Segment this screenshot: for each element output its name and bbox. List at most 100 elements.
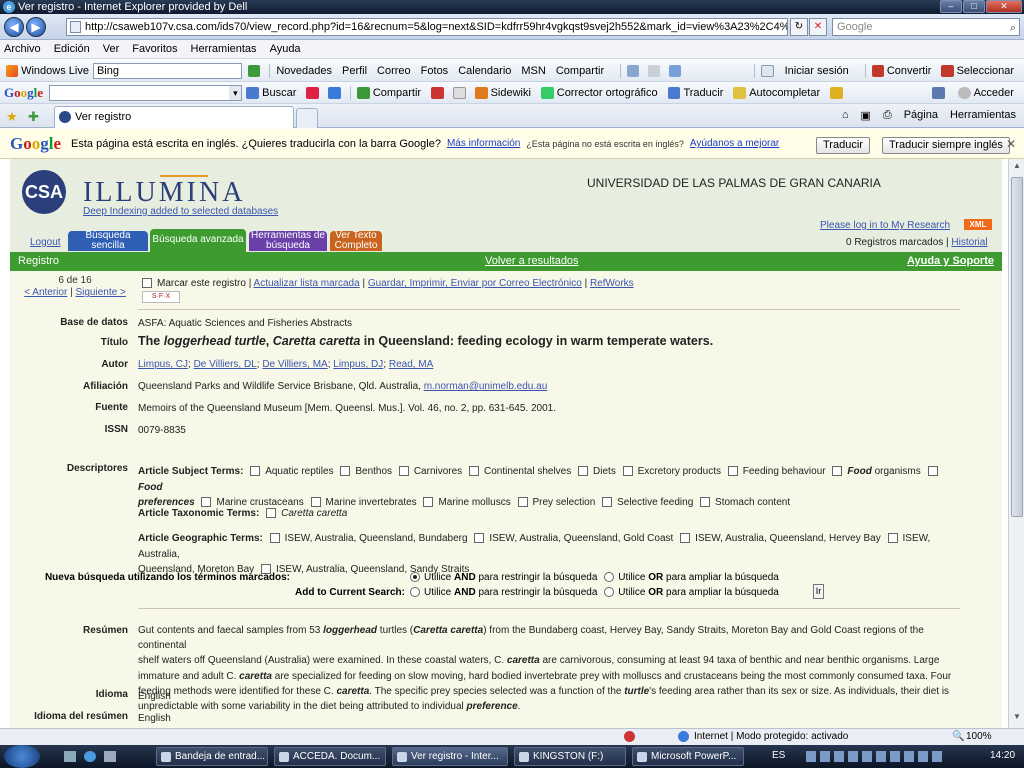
more-info-link[interactable]: Más información: [447, 138, 520, 149]
zoom-level[interactable]: 100%: [966, 729, 992, 745]
update-list-link[interactable]: Actualizar lista marcada: [254, 278, 360, 289]
my-research-login-link[interactable]: Please log in to My Research: [820, 220, 950, 231]
scroll-thumb[interactable]: [1011, 177, 1023, 517]
quicklaunch-desktop-icon[interactable]: [64, 751, 76, 762]
translate-button[interactable]: Traducir: [816, 137, 870, 154]
scroll-up-icon[interactable]: ▲: [1011, 161, 1023, 175]
term-checkbox[interactable]: [474, 533, 485, 544]
close-translate-icon[interactable]: ✕: [1006, 137, 1016, 151]
term-checkbox[interactable]: [423, 497, 434, 508]
wl-share-icon[interactable]: [627, 64, 640, 77]
tab-herramientas-busqueda[interactable]: Herramientas de búsqueda: [249, 230, 327, 251]
google-plus-icon[interactable]: [328, 86, 342, 99]
tab-ver-texto-completo[interactable]: Ver Texto Completo: [330, 230, 382, 251]
help-improve-link[interactable]: Ayúdanos a mejorar: [690, 138, 779, 149]
always-translate-button[interactable]: Traducir siempre inglés: [882, 137, 1010, 154]
task-ver-registro[interactable]: Ver registro - Inter...: [392, 747, 508, 766]
wl-compartir[interactable]: Compartir: [556, 65, 604, 77]
help-support-link[interactable]: Ayuda y Soporte: [907, 252, 994, 271]
tools-menu[interactable]: Herramientas: [950, 109, 1016, 122]
tray-icons[interactable]: [806, 751, 946, 762]
wl-search-go-icon[interactable]: [248, 64, 261, 77]
add-favorites-icon[interactable]: ✚: [28, 109, 39, 125]
term-checkbox[interactable]: [887, 533, 898, 544]
wl-correo[interactable]: Correo: [377, 65, 411, 77]
term-checkbox[interactable]: [700, 497, 711, 508]
minimize-button[interactable]: –: [940, 0, 962, 13]
url-field[interactable]: http://csaweb107v.csa.com/ids70/view_rec…: [66, 18, 788, 36]
refresh-button[interactable]: ↻: [790, 18, 808, 36]
convert-menu[interactable]: Convertir: [887, 65, 932, 77]
google-sidewiki[interactable]: Sidewiki: [491, 87, 531, 99]
affiliation-email-link[interactable]: m.norman@unimelb.edu.au: [424, 381, 548, 392]
page-menu[interactable]: Página: [904, 109, 938, 122]
wl-messenger-icon[interactable]: [669, 64, 682, 77]
wl-novedades[interactable]: Novedades: [276, 65, 332, 77]
search-icon[interactable]: ⌕: [1010, 20, 1016, 36]
back-button[interactable]: ◀: [4, 17, 24, 37]
term-checkbox[interactable]: [517, 497, 528, 508]
term-checkbox[interactable]: [622, 466, 633, 477]
print-icon[interactable]: ⎙: [883, 109, 892, 122]
term-checkbox[interactable]: [832, 466, 843, 477]
term-checkbox[interactable]: [680, 533, 691, 544]
wl-msn[interactable]: MSN: [521, 65, 545, 77]
xml-badge[interactable]: XML: [964, 219, 992, 230]
quicklaunch-switch-icon[interactable]: [104, 751, 116, 762]
quicklaunch-ie-icon[interactable]: [84, 751, 96, 762]
stop-button[interactable]: ✕: [809, 18, 827, 36]
sfx-button[interactable]: S·F·X: [142, 291, 180, 303]
wl-fotos[interactable]: Fotos: [421, 65, 449, 77]
menu-ayuda[interactable]: Ayuda: [270, 43, 301, 55]
author-link[interactable]: Limpus, CJ: [138, 359, 188, 370]
term-checkbox[interactable]: [727, 466, 738, 477]
wl-search-input[interactable]: Bing: [92, 62, 243, 79]
author-link[interactable]: De Villiers, MA: [262, 359, 327, 370]
tab-ver-registro[interactable]: Ver registro: [54, 106, 294, 128]
google-traducir[interactable]: Traducir: [683, 87, 723, 99]
tab-busqueda-sencilla[interactable]: Búsqueda sencilla: [68, 230, 148, 251]
next-link[interactable]: Siguiente >: [75, 287, 125, 298]
google-acceder[interactable]: Acceder: [974, 87, 1014, 99]
add-or-radio[interactable]: [604, 587, 615, 598]
browser-search-input[interactable]: Google ⌕: [832, 18, 1020, 36]
wl-perfil[interactable]: Perfil: [342, 65, 367, 77]
menu-favoritos[interactable]: Favoritos: [132, 43, 177, 55]
clock[interactable]: 14:20: [990, 750, 1015, 761]
author-link[interactable]: De Villiers, DL: [194, 359, 257, 370]
term-checkbox[interactable]: [602, 497, 613, 508]
wl-calendario[interactable]: Calendario: [458, 65, 511, 77]
term-checkbox[interactable]: [468, 466, 479, 477]
new-and-radio[interactable]: [410, 572, 420, 583]
wrench-icon[interactable]: [931, 86, 945, 99]
deep-indexing-link[interactable]: Deep Indexing added to selected database…: [83, 206, 278, 217]
wl-mail-icon[interactable]: [648, 64, 661, 77]
go-button[interactable]: Ir: [813, 584, 824, 599]
new-or-radio[interactable]: [604, 572, 615, 583]
term-checkbox[interactable]: [340, 466, 351, 477]
term-checkbox[interactable]: [250, 466, 261, 477]
author-link[interactable]: Read, MA: [389, 359, 433, 370]
favorites-star-icon[interactable]: ★: [6, 109, 18, 125]
google-corrector[interactable]: Corrector ortográfico: [557, 87, 658, 99]
feeds-icon[interactable]: ▣: [860, 109, 870, 122]
term-checkbox[interactable]: [266, 508, 277, 519]
scroll-down-icon[interactable]: ▼: [1011, 712, 1023, 726]
google-buscar[interactable]: Buscar: [262, 87, 296, 99]
home-icon[interactable]: ⌂: [842, 109, 849, 122]
menu-ver[interactable]: Ver: [103, 43, 120, 55]
maximize-button[interactable]: □: [963, 0, 985, 13]
tab-busqueda-avanzada[interactable]: Búsqueda avanzada: [150, 229, 246, 252]
menu-herramientas[interactable]: Herramientas: [191, 43, 257, 55]
task-outlook[interactable]: Bandeja de entrad...: [156, 747, 268, 766]
menu-archivo[interactable]: Archivo: [4, 43, 41, 55]
google-toolbar-logo[interactable]: Google: [4, 85, 43, 101]
wl-signin[interactable]: Iniciar sesión: [785, 65, 849, 77]
highlighter-icon[interactable]: [830, 86, 843, 99]
save-print-email-link[interactable]: Guardar, Imprimir, Enviar por Correo Ele…: [368, 278, 582, 289]
wl-brand[interactable]: Windows Live: [21, 65, 89, 77]
back-to-results-link[interactable]: Volver a resultados: [485, 252, 579, 271]
logout-link[interactable]: Logout: [30, 237, 61, 248]
history-link[interactable]: Historial: [951, 237, 987, 248]
forward-button[interactable]: ▶: [26, 17, 46, 37]
